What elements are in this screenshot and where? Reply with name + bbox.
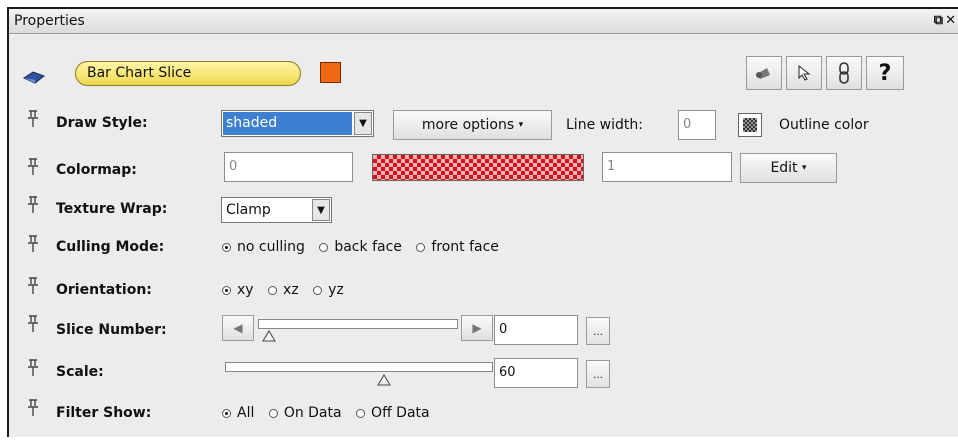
colormap-min-input[interactable]: 0 bbox=[224, 152, 353, 182]
draw-style-label: Draw Style: bbox=[56, 115, 148, 131]
radio-off-data[interactable]: Off Data bbox=[356, 405, 430, 421]
radio-front-face[interactable]: front face bbox=[416, 239, 499, 255]
orientation-label: Orientation: bbox=[56, 282, 152, 298]
close-icon[interactable]: ✕ bbox=[945, 13, 958, 28]
pointer-icon bbox=[798, 65, 811, 81]
slice-increment-button[interactable]: ▶ bbox=[461, 315, 493, 341]
camera-icon bbox=[756, 68, 770, 79]
line-width-input[interactable]: 0 bbox=[678, 110, 716, 140]
colormap-label: Colormap: bbox=[56, 162, 137, 178]
scale-slider-track[interactable] bbox=[225, 362, 493, 372]
line-width-label: Line width: bbox=[566, 117, 643, 133]
radio-xz[interactable]: xz bbox=[268, 282, 299, 298]
pin-icon[interactable] bbox=[26, 315, 40, 333]
edit-button[interactable]: Edit ▾ bbox=[740, 153, 837, 183]
link-button[interactable] bbox=[826, 56, 862, 90]
texture-wrap-label: Texture Wrap: bbox=[56, 201, 168, 217]
texture-wrap-value: Clamp bbox=[226, 202, 271, 218]
chevron-down-icon: ▼ bbox=[312, 199, 330, 221]
pin-icon[interactable] bbox=[26, 235, 40, 253]
radio-on-data[interactable]: On Data bbox=[268, 405, 342, 421]
slice-slider-thumb[interactable] bbox=[262, 327, 276, 346]
culling-mode-radios: no culling back face front face bbox=[222, 239, 509, 256]
slice-number-input[interactable]: 0 bbox=[494, 315, 578, 345]
slice-more-button[interactable]: ... bbox=[586, 317, 610, 345]
camera-button[interactable] bbox=[746, 56, 782, 90]
culling-mode-label: Culling Mode: bbox=[56, 239, 165, 255]
draw-style-value: shaded bbox=[223, 112, 352, 135]
arrow-left-icon: ◀ bbox=[233, 321, 243, 335]
help-button[interactable]: ? bbox=[866, 56, 904, 90]
colormap-max-input[interactable]: 1 bbox=[602, 152, 732, 182]
link-icon bbox=[839, 62, 849, 84]
scale-input[interactable]: 60 bbox=[494, 358, 578, 388]
slice-slider-track[interactable] bbox=[258, 319, 458, 329]
scale-more-button[interactable]: ... bbox=[586, 360, 610, 388]
radio-xy[interactable]: xy bbox=[222, 282, 254, 298]
radio-all[interactable]: All bbox=[222, 405, 254, 421]
float-icon[interactable]: ⧉ bbox=[934, 13, 945, 28]
arrow-right-icon: ▶ bbox=[472, 321, 482, 335]
object-color-swatch[interactable] bbox=[320, 62, 341, 83]
scale-label: Scale: bbox=[56, 364, 104, 380]
chevron-down-icon: ▾ bbox=[802, 163, 807, 173]
chevron-down-icon: ▼ bbox=[354, 112, 372, 135]
pin-icon[interactable] bbox=[26, 158, 40, 176]
outline-color-label: Outline color bbox=[779, 117, 869, 133]
filter-show-label: Filter Show: bbox=[56, 405, 152, 421]
scale-slider-thumb[interactable] bbox=[376, 371, 391, 390]
draw-style-select[interactable]: shaded ▼ bbox=[221, 110, 374, 137]
pin-icon[interactable] bbox=[26, 196, 40, 214]
pin-icon[interactable] bbox=[26, 110, 40, 128]
title-bar: Properties ⧉✕ bbox=[9, 9, 958, 34]
radio-yz[interactable]: yz bbox=[313, 282, 344, 298]
outline-color-swatch[interactable] bbox=[738, 113, 762, 137]
more-options-button[interactable]: more options ▾ bbox=[393, 110, 552, 140]
pin-icon[interactable] bbox=[26, 359, 40, 377]
colormap-preview[interactable] bbox=[372, 154, 584, 181]
properties-panel: Properties ⧉✕ Bar Chart Slice ? Draw Sty… bbox=[7, 7, 958, 437]
slice-decrement-button[interactable]: ◀ bbox=[222, 315, 254, 341]
orientation-radios: xy xz yz bbox=[222, 282, 354, 299]
slice-number-label: Slice Number: bbox=[56, 322, 167, 338]
pointer-button[interactable] bbox=[786, 56, 822, 90]
help-icon: ? bbox=[878, 60, 892, 86]
radio-no-culling[interactable]: no culling bbox=[222, 239, 305, 255]
object-icon bbox=[22, 69, 46, 88]
panel-title: Properties bbox=[14, 13, 85, 29]
pin-icon[interactable] bbox=[26, 277, 40, 295]
chevron-down-icon: ▾ bbox=[518, 120, 524, 130]
texture-wrap-select[interactable]: Clamp ▼ bbox=[221, 197, 332, 223]
radio-back-face[interactable]: back face bbox=[319, 239, 402, 255]
filter-show-radios: All On Data Off Data bbox=[222, 405, 440, 422]
pin-icon[interactable] bbox=[26, 399, 40, 417]
object-name-pill[interactable]: Bar Chart Slice bbox=[75, 61, 301, 86]
